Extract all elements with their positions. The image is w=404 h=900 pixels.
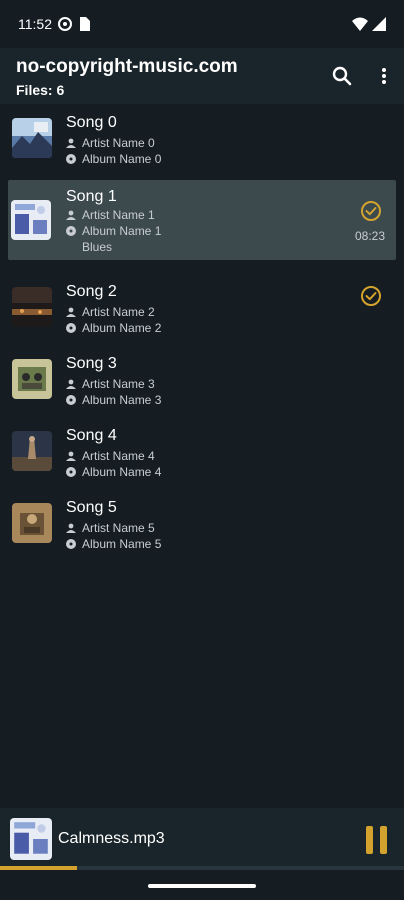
status-time: 11:52	[18, 16, 52, 32]
album-name: Album Name 2	[82, 321, 162, 335]
system-nav-bar	[0, 870, 404, 900]
album-art	[11, 200, 51, 240]
song-row[interactable]: Song 3 Artist Name 3 Album Name 3	[0, 349, 404, 421]
disc-icon	[66, 539, 76, 549]
song-row-selected[interactable]: Song 1 Artist Name 1 Album Name 1 Blues …	[8, 180, 396, 260]
album-line: Album Name 4	[66, 465, 161, 479]
check-circle-icon[interactable]	[360, 285, 382, 307]
artist-line: Artist Name 2	[66, 305, 155, 319]
artist-line: Artist Name 1	[66, 208, 155, 222]
album-line: Album Name 0	[66, 152, 161, 166]
album-art	[12, 118, 52, 158]
settings-status-icon	[58, 17, 72, 31]
album-art	[12, 503, 52, 543]
album-name: Album Name 5	[82, 537, 162, 551]
signal-icon	[372, 17, 386, 31]
status-bar: 11:52	[0, 0, 404, 48]
album-name: Album Name 0	[82, 152, 162, 166]
song-row[interactable]: Song 2 Artist Name 2 Album Name 2	[0, 277, 404, 349]
person-icon	[66, 307, 76, 317]
person-icon	[66, 210, 76, 220]
artist-name: Artist Name 3	[82, 377, 155, 391]
artist-line: Artist Name 4	[66, 449, 155, 463]
song-title: Song 0	[66, 114, 117, 131]
song-row[interactable]: Song 4 Artist Name 4 Album Name 4	[0, 421, 404, 493]
song-title: Song 2	[66, 283, 117, 300]
person-icon	[66, 523, 76, 533]
check-circle-icon[interactable]	[360, 200, 382, 222]
album-name: Album Name 1	[82, 224, 162, 238]
album-art	[12, 431, 52, 471]
app-title: no-copyright-music.com	[16, 56, 238, 77]
app-bar: no-copyright-music.com Files: 6	[0, 48, 404, 104]
genre-label: Blues	[82, 240, 113, 254]
status-right	[352, 17, 386, 31]
sim-card-icon	[80, 17, 90, 31]
album-name: Album Name 4	[82, 465, 162, 479]
disc-icon	[66, 226, 76, 236]
album-line: Album Name 1	[66, 224, 161, 238]
wifi-icon	[352, 17, 368, 31]
artist-name: Artist Name 1	[82, 208, 155, 222]
song-row[interactable]: Song 5 Artist Name 5 Album Name 5	[0, 493, 404, 565]
song-title: Song 4	[66, 427, 117, 444]
disc-icon	[66, 323, 76, 333]
more-vert-icon[interactable]	[372, 64, 396, 88]
album-name: Album Name 3	[82, 393, 162, 407]
album-line: Album Name 2	[66, 321, 161, 335]
home-handle[interactable]	[148, 884, 256, 888]
person-icon	[66, 379, 76, 389]
artist-name: Artist Name 5	[82, 521, 155, 535]
album-line: Album Name 3	[66, 393, 161, 407]
artist-name: Artist Name 4	[82, 449, 155, 463]
files-count: Files: 6	[16, 82, 65, 98]
artist-name: Artist Name 2	[82, 305, 155, 319]
person-icon	[66, 451, 76, 461]
song-title: Song 1	[66, 188, 117, 205]
artist-line: Artist Name 3	[66, 377, 155, 391]
song-title: Song 3	[66, 355, 117, 372]
song-list: Song 0 Artist Name 0 Album Name 0 Song 1…	[0, 108, 404, 565]
disc-icon	[66, 395, 76, 405]
search-icon[interactable]	[330, 64, 354, 88]
disc-icon	[66, 467, 76, 477]
album-line: Album Name 5	[66, 537, 161, 551]
song-title: Song 5	[66, 499, 117, 516]
mini-player[interactable]: Calmness.mp3	[0, 808, 404, 870]
pause-icon[interactable]	[366, 826, 390, 856]
person-icon	[66, 138, 76, 148]
status-left: 11:52	[18, 16, 90, 32]
song-duration: 08:23	[355, 229, 386, 243]
disc-icon	[66, 154, 76, 164]
artist-name: Artist Name 0	[82, 136, 155, 150]
artist-line: Artist Name 5	[66, 521, 155, 535]
album-art	[12, 359, 52, 399]
artist-line: Artist Name 0	[66, 136, 155, 150]
album-art	[12, 287, 52, 327]
song-row[interactable]: Song 0 Artist Name 0 Album Name 0	[0, 108, 404, 180]
now-playing-file: Calmness.mp3	[58, 830, 165, 847]
now-playing-art	[10, 818, 52, 860]
